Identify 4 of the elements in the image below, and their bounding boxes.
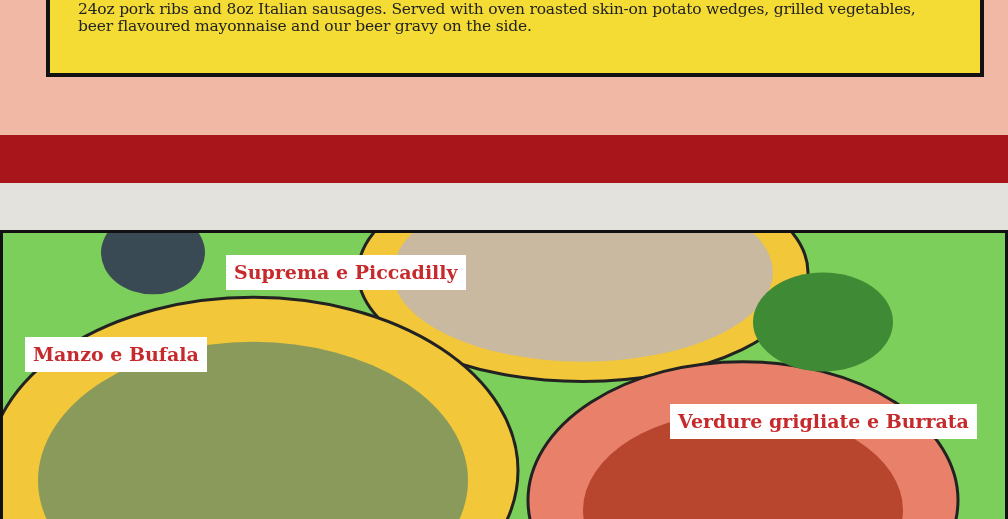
dish-label: Verdure grigliate e Burrata <box>670 404 977 439</box>
dish-label: Suprema e Piccadilly <box>226 255 466 290</box>
menu-item-description: 24oz pork ribs and 8oz Italian sausages. Served with oven roasted skin-on potato wedges, grilled vegetables, beer flavoured mayonnaise and our beer gravy on the side. <box>78 0 917 35</box>
dish-label: Manzo e Bufala <box>25 337 207 372</box>
